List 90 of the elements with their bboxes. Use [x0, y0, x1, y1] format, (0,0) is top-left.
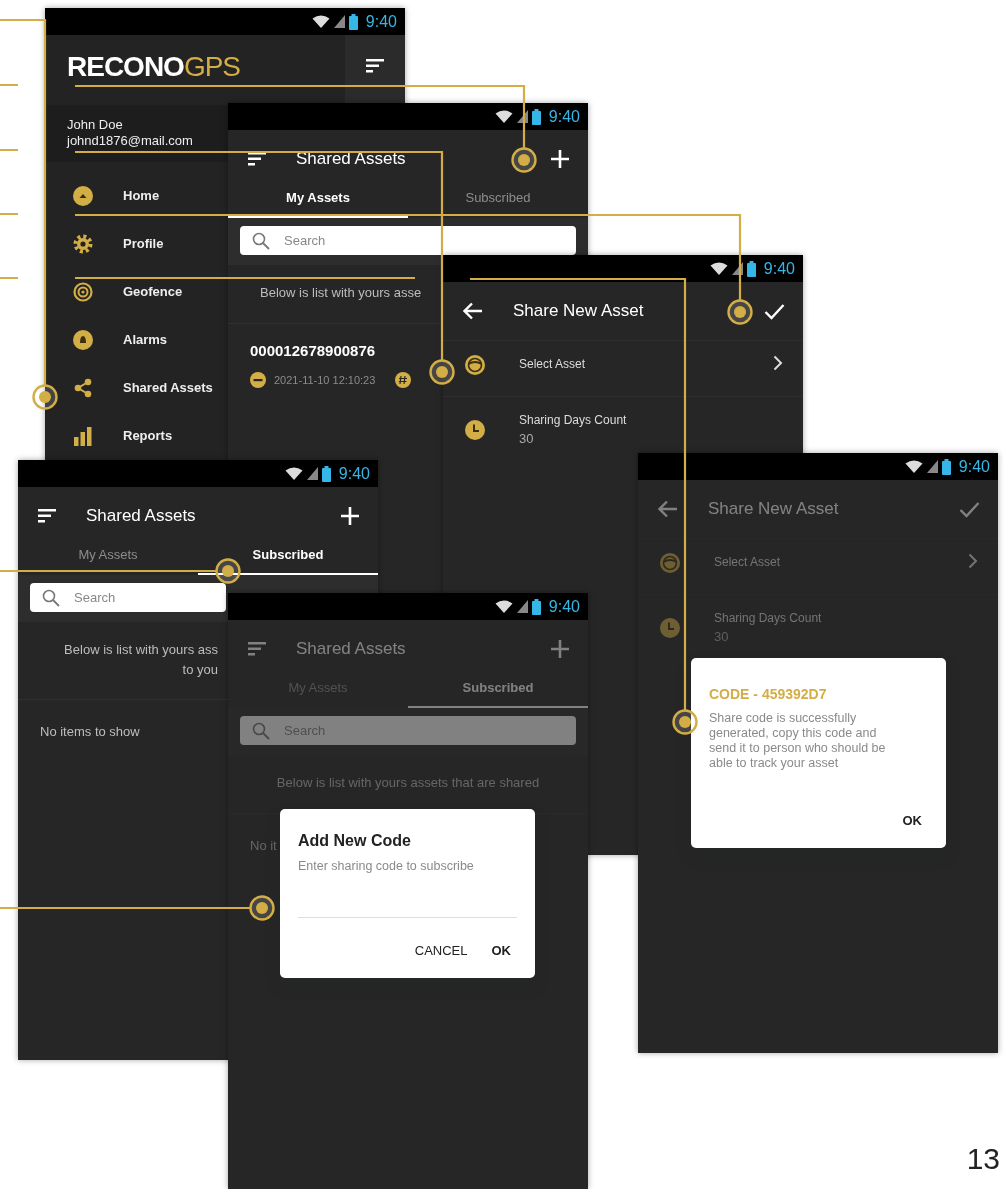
search-field[interactable]: Search — [30, 583, 226, 612]
wifi-icon — [284, 466, 303, 481]
battery-icon — [941, 458, 951, 475]
clock-icon — [465, 419, 485, 440]
signal-icon — [333, 15, 345, 28]
screen-title: Shared Assets — [86, 505, 196, 528]
callout-marker — [215, 558, 241, 584]
battery-icon — [348, 13, 358, 30]
callout-marker — [32, 384, 58, 410]
signal-icon — [306, 467, 318, 480]
back-icon[interactable] — [463, 302, 483, 320]
chevron-icon[interactable] — [773, 355, 783, 371]
field-label: Select Asset — [519, 356, 587, 373]
battery-icon — [531, 598, 541, 615]
add-icon[interactable] — [340, 506, 360, 526]
menu-item[interactable]: Reports — [61, 412, 179, 461]
screen-title: Shared Assets — [296, 148, 406, 171]
callout-marker — [429, 359, 455, 385]
check-icon[interactable] — [959, 500, 980, 518]
share-icon — [73, 378, 93, 399]
tab[interactable]: Subscribed — [408, 678, 588, 708]
clock-icon — [660, 617, 680, 638]
wifi-icon — [709, 261, 728, 276]
search-icon — [252, 231, 270, 250]
wifi-icon — [494, 599, 513, 614]
user-name: John Doe — [67, 117, 124, 133]
callout-marker — [727, 299, 753, 325]
search-icon — [252, 721, 270, 740]
callout-marker — [511, 147, 537, 173]
signal-icon — [516, 110, 528, 123]
add-icon[interactable] — [550, 149, 570, 169]
battery-icon — [321, 465, 331, 482]
tab[interactable]: Subscribed — [408, 188, 588, 218]
status-time: 9:40 — [763, 260, 795, 277]
battery-icon — [531, 108, 541, 125]
field-label: Sharing Days Count — [519, 412, 628, 429]
field-label: Sharing Days Count — [714, 610, 823, 627]
dialog-message: Enter sharing code to subscribe — [298, 859, 475, 874]
tab[interactable]: My Assets — [18, 545, 198, 575]
status-time: 9:40 — [548, 598, 580, 615]
gear-icon — [73, 234, 93, 255]
wifi-icon — [494, 109, 513, 124]
signal-icon — [731, 262, 743, 275]
status-time: 9:40 — [548, 108, 580, 125]
status-time: 9:40 — [958, 458, 990, 475]
search-icon — [42, 588, 60, 607]
steering-wheel-icon — [660, 553, 680, 573]
wifi-icon — [904, 459, 923, 474]
signal-icon — [926, 460, 938, 473]
dialog-title: Add New Code — [298, 831, 412, 851]
page-number: 13 — [966, 1141, 1000, 1177]
dialog-title: CODE - 459392D7 — [709, 685, 828, 704]
menu-item[interactable]: Home — [61, 172, 166, 221]
dialog-button[interactable]: OK — [896, 806, 928, 834]
menu-icon[interactable] — [366, 59, 384, 73]
menu-icon[interactable] — [38, 509, 56, 523]
asset-id: 000012678900876 — [250, 340, 377, 361]
user-email: johnd1876@mail.com — [67, 132, 194, 149]
geofence-icon — [73, 282, 93, 303]
app-logo: RECONOGPS — [66, 50, 242, 84]
home-icon — [73, 186, 93, 207]
empty-message: No items to show — [40, 723, 140, 741]
menu-item[interactable]: Shared Assets — [61, 364, 219, 413]
status-time: 9:40 — [338, 465, 370, 482]
field-value: 30 — [519, 430, 535, 448]
status-time: 9:40 — [365, 13, 397, 30]
check-icon[interactable] — [764, 302, 785, 320]
menu-item[interactable]: Geofence — [61, 268, 189, 317]
dialog-button[interactable]: OK — [485, 936, 517, 964]
menu-item[interactable]: Alarms — [61, 316, 174, 365]
steering-wheel-icon — [465, 355, 485, 375]
select-row[interactable]: Select Asset — [443, 340, 803, 396]
signal-icon — [516, 600, 528, 613]
callout-marker — [249, 895, 275, 921]
asset-date: 2021-11-10 12:10:23 — [274, 373, 376, 388]
wifi-icon — [311, 14, 330, 29]
menu-item[interactable]: Profile — [61, 220, 170, 269]
screen-title: Share New Asset — [708, 498, 839, 521]
minus-circle-icon — [250, 372, 266, 389]
dialog-message: Share code is successfully generated, copy this code and send it to person who should be able to track your asset — [709, 711, 887, 771]
bar-chart-icon — [73, 426, 93, 447]
screen-title: Shared Assets — [296, 638, 406, 661]
hash-circle-icon — [395, 372, 412, 389]
search-field[interactable]: Search — [240, 226, 576, 255]
empty-message: No it — [250, 836, 277, 855]
battery-icon — [746, 260, 756, 277]
dialog-button[interactable]: CANCEL — [408, 936, 474, 964]
alarm-icon — [73, 330, 93, 351]
menu-icon[interactable] — [248, 152, 266, 166]
field-label: Select Asset — [714, 554, 782, 571]
